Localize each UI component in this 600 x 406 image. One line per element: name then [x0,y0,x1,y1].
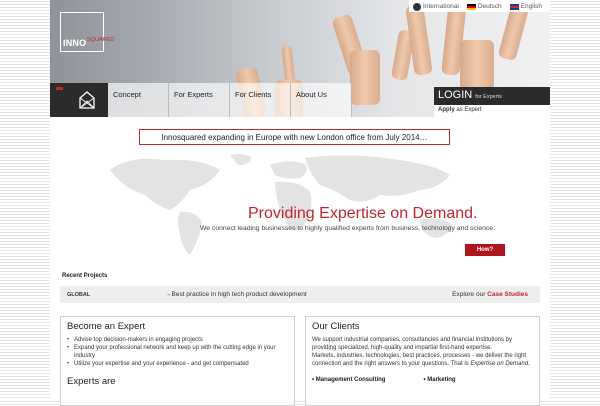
list-item: Utilize your expertise and your experien… [67,360,288,368]
case-studies-link[interactable]: Case Studies [487,291,528,298]
logo[interactable]: INNO SQUARED [60,12,114,52]
list-item: Advise top decision-makers in engaging p… [67,336,288,344]
clients-text-2-end: . [528,361,530,367]
hero-header: INNO SQUARED International Deutsch Engli… [50,0,550,117]
explore-case-studies: Explore our Case Studies [452,291,528,298]
language-bar: International Deutsch English [409,0,550,12]
our-clients-card: Our Clients We support industrial compan… [305,316,540,406]
project-title: Best practice in high tech product devel… [171,291,307,298]
recent-projects-label: Recent Projects [62,273,108,279]
language-label: Deutsch [477,3,502,10]
main-nav: Concept For Experts For Clients About Us [50,83,432,117]
our-clients-title[interactable]: Our Clients [312,321,533,332]
logo-text: INNO [63,38,87,48]
apply-rest: as Expert [454,107,482,113]
explore-prefix: Explore our [452,291,488,298]
how-button[interactable]: How? [465,244,505,256]
flag-de-icon [466,3,476,10]
language-label: English [520,3,542,10]
become-expert-card: Become an Expert Advise top decision-mak… [60,316,295,406]
language-deutsch[interactable]: Deutsch [466,3,502,10]
nav-about-us[interactable]: About Us [291,83,352,117]
login-title: LOGIN [438,89,473,101]
login-button[interactable]: LOGIN for Experts [434,87,550,105]
flag-uk-icon [509,3,519,10]
become-expert-title[interactable]: Become an Expert [67,321,288,332]
nav-for-experts[interactable]: For Experts [169,83,230,117]
nav-home[interactable] [50,83,108,117]
experts-are-heading: Experts are [67,376,116,387]
nav-concept[interactable]: Concept [108,83,169,117]
project-region: GLOBAL [67,292,91,298]
clients-text-2: Markets, industries, technologies, best … [312,352,533,368]
clients-text-1: We support industrial companies, consult… [312,337,512,351]
hero-tagline: Providing Expertise on Demand. [248,205,478,222]
clients-text-2-emphasis: Expertise on Demand [470,361,529,367]
category-marketing[interactable]: Marketing [423,377,455,383]
badge-icon [56,87,63,90]
list-item: Expand your professional network and kee… [67,344,288,360]
hero-subtagline: We connect leading businesses to highly … [200,225,495,232]
language-english[interactable]: English [509,3,542,10]
announcement-banner[interactable]: Innosquared expanding in Europe with new… [139,129,450,145]
nav-for-clients[interactable]: For Clients [230,83,291,117]
language-label: International [423,3,459,10]
globe-icon [413,2,422,11]
expert-bullets: Advise top decision-makers in engaging p… [67,336,288,368]
home-icon [79,91,95,109]
apply-link[interactable]: Apply as Expert [434,105,550,117]
recent-projects-bar: GLOBAL →Best practice in high tech produ… [60,286,540,303]
login-subtitle: for Experts [475,94,502,100]
language-international[interactable]: International [413,2,459,11]
login-panel: LOGIN for Experts Apply as Expert [434,87,550,117]
logo-superscript: SQUARED [87,37,115,43]
category-management-consulting[interactable]: Management Consulting [312,377,386,383]
apply-bold: Apply [438,107,455,113]
page: INNO SQUARED International Deutsch Engli… [50,0,550,406]
client-categories: Management Consulting Marketing [312,377,533,383]
project-link[interactable]: →Best practice in high tech product deve… [165,291,307,298]
